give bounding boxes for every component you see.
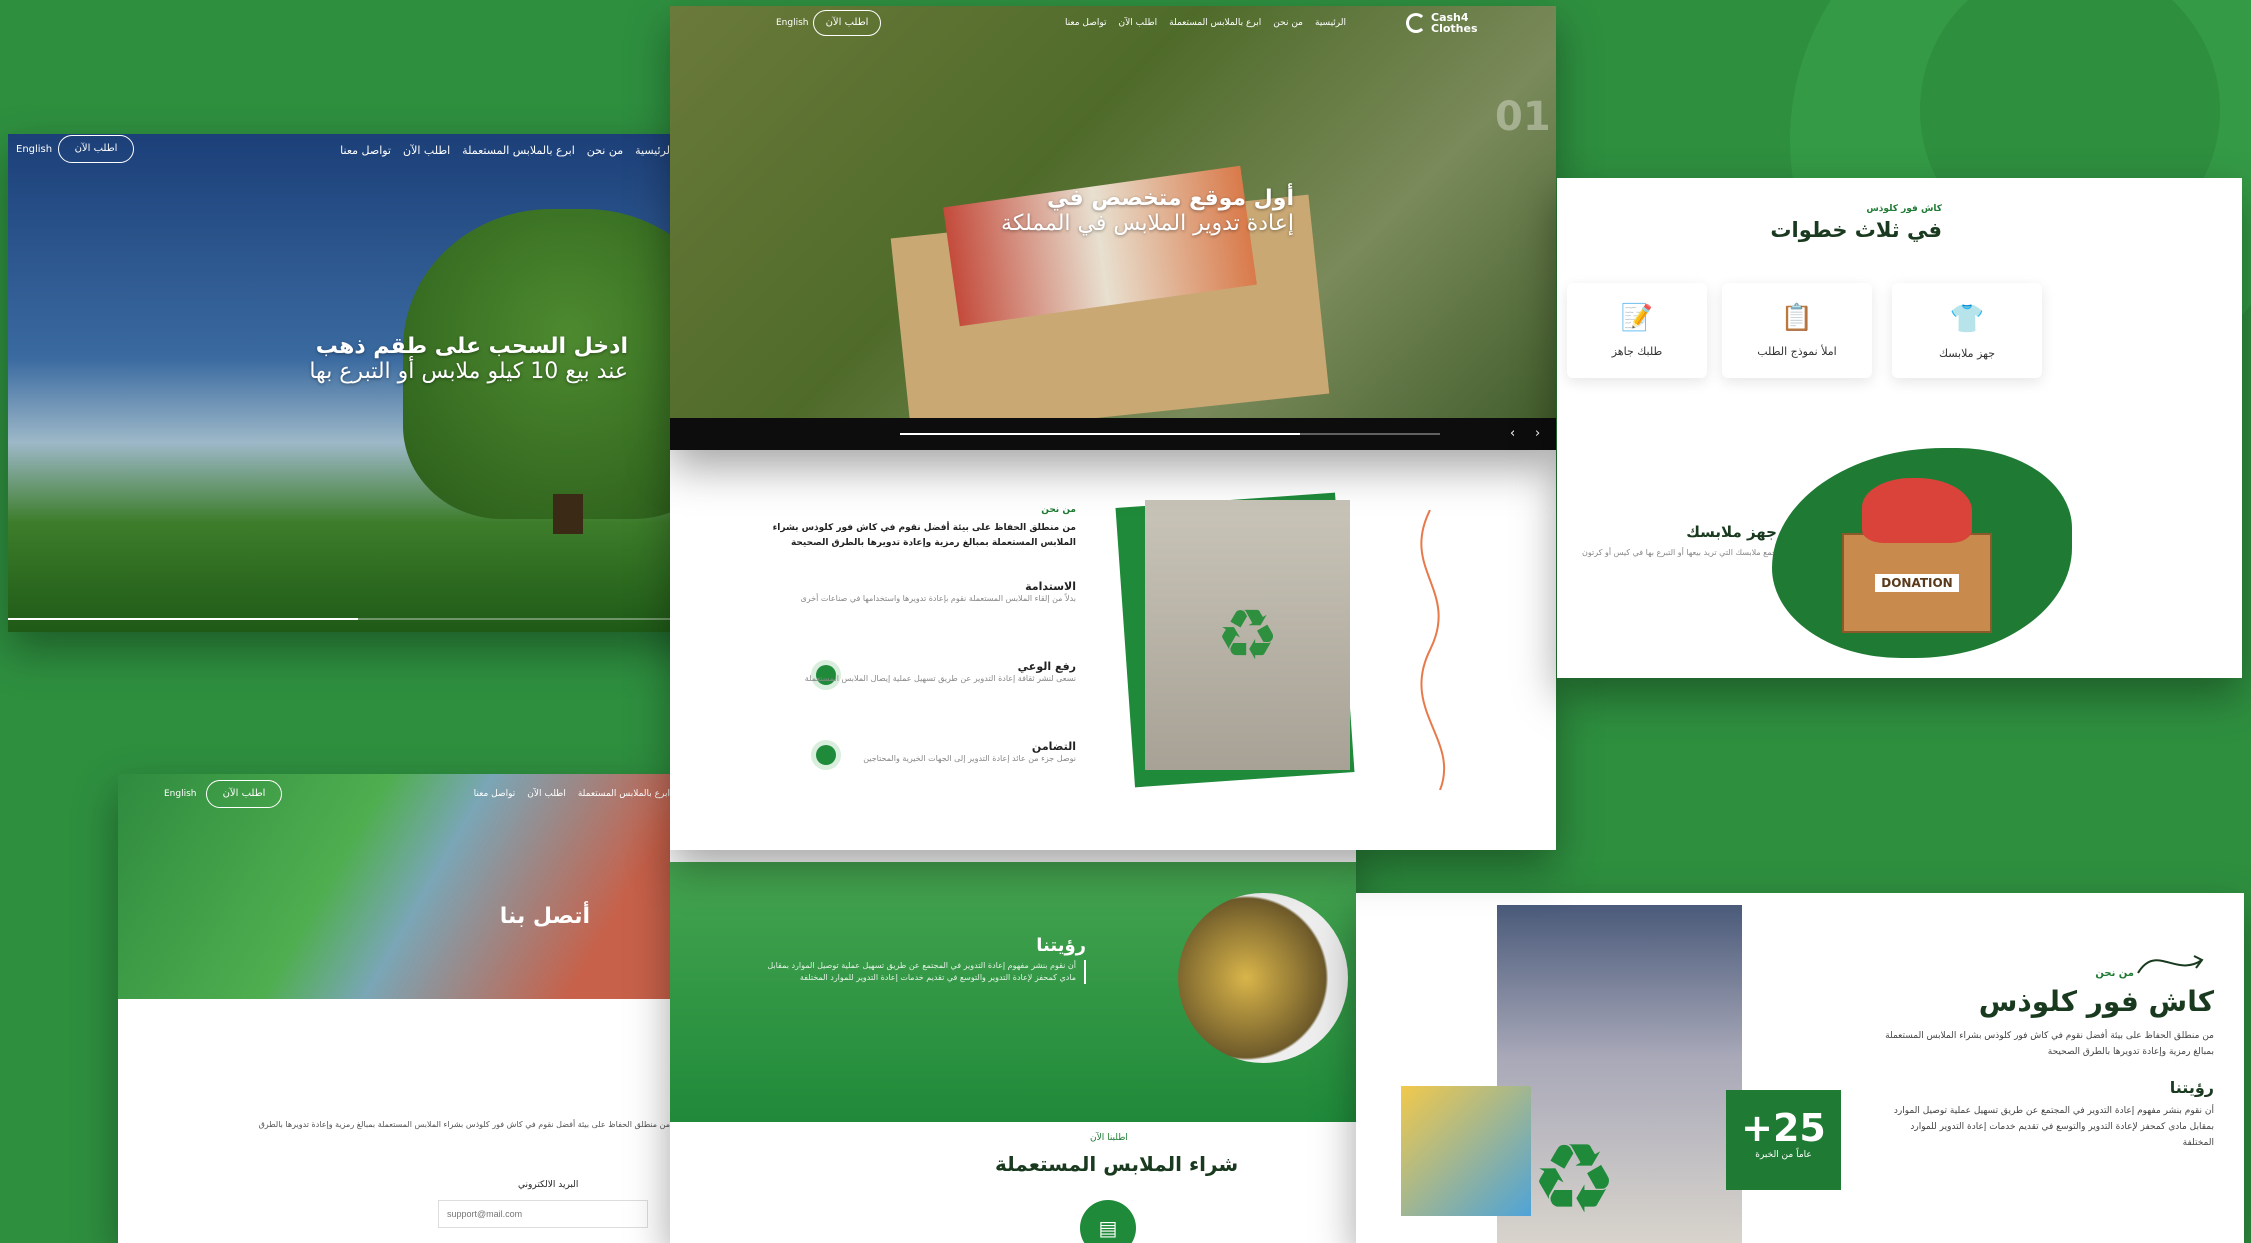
donation-box-illustration: DONATION bbox=[1842, 533, 1992, 633]
step-detail: جهز ملابسك جمع ملابسك التي تريد بيعها أو… bbox=[1577, 523, 1777, 559]
checklist-icon: 📝 bbox=[1620, 303, 1654, 333]
about-eyebrow: من نحن bbox=[1041, 505, 1076, 515]
order-now-button[interactable]: اطلب الآن bbox=[813, 10, 881, 36]
nav-contact[interactable]: تواصل معنا bbox=[474, 789, 516, 799]
buy-title: شراء الملابس المستعملة bbox=[995, 1152, 1239, 1176]
step-label: طلبك جاهز bbox=[1611, 345, 1663, 358]
experience-badge: +25 عاماً من الخبرة bbox=[1726, 1090, 1841, 1190]
buy-form-icon: ▤ bbox=[1080, 1200, 1136, 1243]
vision-text: أن نقوم بنشر مفهوم إعادة التدوير في المج… bbox=[756, 960, 1086, 984]
value-text: نسعى لنشر ثقافة إعادة التدوير عن طريق تس… bbox=[804, 674, 1076, 683]
value-text: بدلاً من إلقاء الملابس المستعملة نقوم بإ… bbox=[800, 594, 1076, 603]
about-text: من منطلق الحفاظ على بيئة أفضل نقوم في كا… bbox=[1885, 1031, 2214, 1057]
stat-value: +25 bbox=[1741, 1106, 1826, 1150]
logo-text-line2: Clothes bbox=[1431, 22, 1478, 35]
about-page-text: من نحن كاش فور كلوذس من منطلق الحفاظ على… bbox=[1884, 968, 2214, 1151]
value-item: التضامن نوصل جزء من عائد إعادة التدوير إ… bbox=[756, 740, 1076, 765]
steps-title: في ثلاث خطوات bbox=[1770, 218, 1942, 242]
hero-subtitle: إعادة تدوير الملابس في المملكة bbox=[1001, 211, 1294, 236]
slider-progress-fill bbox=[8, 618, 358, 620]
about-vision-title: رؤيتنا bbox=[2169, 1078, 2214, 1097]
three-steps-panel: كاش فور كلوذس في ثلاث خطوات 👕 جهز ملابسك… bbox=[1557, 178, 2242, 678]
email-field[interactable] bbox=[438, 1200, 648, 1228]
about-values-panel: من نحن من منطلق الحفاظ على بيئة أفضل نقو… bbox=[670, 450, 1556, 850]
about-page-panel: ♻ +25 عاماً من الخبرة من نحن كاش فور كلو… bbox=[1356, 893, 2244, 1243]
hero-subtitle: عند بيع 10 كيلو ملابس أو التبرع بها bbox=[309, 359, 628, 384]
main-nav: ابرع بالملابس المستعملة اطلب الآن تواصل … bbox=[474, 789, 670, 799]
value-item: رفع الوعي نسعى لنشر ثقافة إعادة التدوير … bbox=[756, 660, 1076, 685]
hero-title: ادخل السحب على طقم ذهب bbox=[315, 334, 628, 359]
email-label: البريد الالكتروني bbox=[518, 1180, 579, 1190]
nav-contact[interactable]: تواصل معنا bbox=[340, 144, 391, 157]
vision-buy-panel: رؤيتنا أن نقوم بنشر مفهوم إعادة التدوير … bbox=[670, 840, 1356, 1243]
order-now-button[interactable]: اطلب الآن bbox=[58, 135, 134, 163]
about-eyebrow: من نحن bbox=[2095, 968, 2134, 979]
form-icon: 📋 bbox=[1780, 303, 1814, 333]
steps-header: كاش فور كلوذس في ثلاث خطوات bbox=[1642, 204, 1942, 242]
contact-title: أتصل بنا bbox=[499, 904, 590, 929]
next-arrow-icon[interactable]: › bbox=[1535, 426, 1540, 441]
step-card-form[interactable]: 📋 املأ نموذج الطلب bbox=[1722, 283, 1872, 378]
about-vision-text: أن نقوم بنشر مفهوم إعادة التدوير في المج… bbox=[1893, 1106, 2214, 1148]
saudi-illustration bbox=[1401, 1086, 1531, 1216]
language-switch[interactable]: English bbox=[16, 144, 52, 155]
nav-home[interactable]: الرئيسية bbox=[1315, 18, 1346, 28]
stat-label: عاماً من الخبرة bbox=[1755, 1150, 1812, 1160]
nav-order[interactable]: اطلب الآن bbox=[403, 144, 450, 157]
donation-label: DONATION bbox=[1875, 574, 1959, 592]
tree-trunk bbox=[553, 494, 583, 534]
step-detail-text: جمع ملابسك التي تريد بيعها أو التبرع بها… bbox=[1582, 548, 1777, 557]
nav-rewards[interactable]: ابرع بالملابس المستعملة bbox=[462, 144, 575, 157]
main-nav: الرئيسية من نحن ابرع بالملابس المستعملة … bbox=[1065, 18, 1346, 28]
contact-hero-image bbox=[118, 774, 670, 999]
language-switch[interactable]: English bbox=[776, 18, 809, 28]
logo-icon bbox=[1406, 13, 1426, 33]
nav-contact[interactable]: تواصل معنا bbox=[1065, 18, 1107, 28]
hero-title: أول موقع متخصص في bbox=[1047, 186, 1294, 211]
nav-home[interactable]: الرئيسية bbox=[635, 144, 673, 157]
nav-order[interactable]: اطلب الآن bbox=[1119, 18, 1158, 28]
tshirt-icon: 👕 bbox=[1949, 301, 1985, 335]
steps-eyebrow: كاش فور كلوذس bbox=[1866, 204, 1942, 214]
nav-about[interactable]: من نحن bbox=[1273, 18, 1303, 28]
contact-page-panel: ابرع بالملابس المستعملة اطلب الآن تواصل … bbox=[118, 774, 670, 1243]
slider-progress-fill bbox=[900, 433, 1300, 435]
hero-slide-recycle-panel: Cash4 Clothes الرئيسية من نحن ابرع بالملا… bbox=[670, 6, 1556, 450]
about-text-block: من نحن من منطلق الحفاظ على بيئة أفضل نقو… bbox=[746, 505, 1076, 551]
language-switch[interactable]: English bbox=[164, 789, 197, 799]
value-title: الاستدامة bbox=[1025, 580, 1076, 593]
value-item: الاستدامة بدلاً من إلقاء الملابس المستعم… bbox=[756, 580, 1076, 605]
hero-headline: أول موقع متخصص في إعادة تدوير الملابس في… bbox=[774, 186, 1294, 236]
decorative-squiggle bbox=[1420, 510, 1446, 790]
value-text: نوصل جزء من عائد إعادة التدوير إلى الجها… bbox=[863, 754, 1076, 763]
step-card-ready[interactable]: 📝 طلبك جاهز bbox=[1567, 283, 1707, 378]
recycle-bag-photo: ♻ bbox=[1145, 500, 1350, 770]
nav-rewards[interactable]: ابرع بالملابس المستعملة bbox=[578, 789, 670, 799]
value-title: التضامن bbox=[1031, 740, 1076, 753]
buy-eyebrow: اطلبنا الآن bbox=[1090, 1133, 1128, 1143]
clothes-pile-illustration bbox=[1862, 478, 1972, 543]
step-label: املأ نموذج الطلب bbox=[1757, 345, 1837, 358]
nav-rewards[interactable]: ابرع بالملابس المستعملة bbox=[1169, 18, 1261, 28]
step-label: جهز ملابسك bbox=[1938, 346, 1996, 360]
nav-order[interactable]: اطلب الآن bbox=[527, 789, 566, 799]
main-nav: الرئيسية من نحن ابرع بالملابس المستعملة … bbox=[340, 144, 673, 157]
step-detail-title: جهز ملابسك bbox=[1686, 523, 1777, 541]
vision-block: رؤيتنا أن نقوم بنشر مفهوم إعادة التدوير … bbox=[756, 935, 1086, 984]
contact-intro: من منطلق الحفاظ على بيئة أفضل نقوم في كا… bbox=[258, 1120, 670, 1129]
vision-title: رؤيتنا bbox=[1036, 935, 1086, 956]
order-now-button[interactable]: اطلب الآن bbox=[206, 780, 282, 808]
slide-number: 01 bbox=[1495, 94, 1551, 140]
about-title: كاش فور كلوذس bbox=[1978, 985, 2214, 1018]
nav-about[interactable]: من نحن bbox=[587, 144, 623, 157]
about-intro: من منطلق الحفاظ على بيئة أفضل نقوم في كا… bbox=[772, 523, 1076, 548]
vision-gold-image bbox=[1178, 893, 1348, 1063]
brand-logo[interactable]: Cash4Clothes bbox=[1406, 12, 1478, 34]
prev-arrow-icon[interactable]: ‹ bbox=[1510, 426, 1515, 441]
hero-headline: ادخل السحب على طقم ذهب عند بيع 10 كيلو م… bbox=[68, 334, 628, 384]
recycle-icon: ♻ bbox=[1531, 1123, 1618, 1235]
step-card-prepare[interactable]: 👕 جهز ملابسك bbox=[1892, 283, 2042, 378]
value-title: رفع الوعي bbox=[1017, 660, 1076, 673]
